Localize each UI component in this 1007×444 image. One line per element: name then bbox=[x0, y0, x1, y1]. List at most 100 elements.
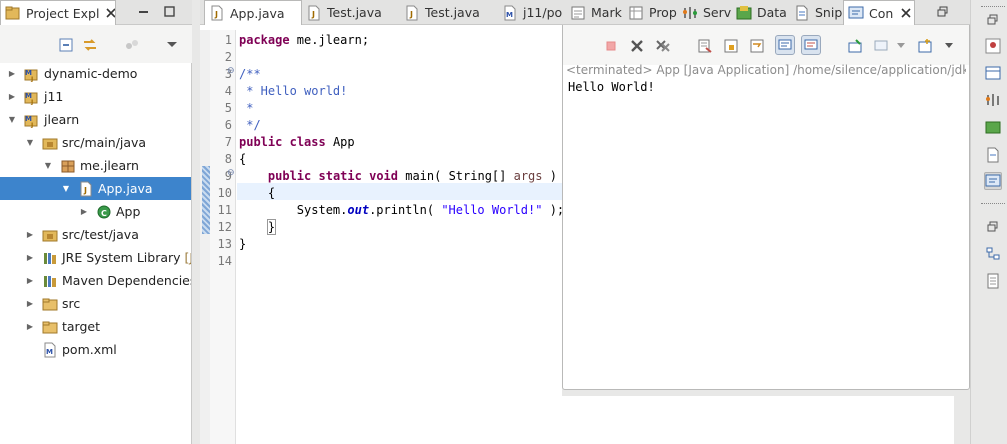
link-with-editor-icon[interactable] bbox=[80, 35, 100, 55]
remove-launch-icon[interactable] bbox=[627, 36, 647, 56]
tree-item[interactable]: Mpom.xml bbox=[0, 338, 191, 361]
pin-console-icon[interactable] bbox=[845, 36, 865, 56]
tree-item[interactable]: ▼ me.jlearn bbox=[0, 154, 191, 177]
tree-item-label: src bbox=[62, 296, 81, 311]
filters-icon[interactable] bbox=[122, 35, 142, 55]
tree-item[interactable]: ▶ M J j11 bbox=[0, 85, 191, 108]
tab-test-java-2[interactable]: J Test.java bbox=[400, 0, 498, 25]
outline-icon[interactable] bbox=[984, 245, 1002, 263]
collapsed-arrow-icon[interactable]: ▶ bbox=[24, 275, 36, 287]
expanded-arrow-icon[interactable]: ▼ bbox=[6, 114, 18, 126]
collapsed-arrow-icon[interactable]: ▶ bbox=[24, 229, 36, 241]
tab-pom-xml[interactable]: M j11/po bbox=[498, 0, 562, 25]
class-icon: C bbox=[96, 204, 112, 220]
line-number: 6 bbox=[224, 118, 232, 132]
tree-item[interactable]: ▼ M J jlearn bbox=[0, 108, 191, 131]
java-file-icon: J bbox=[306, 5, 322, 21]
task-list-icon[interactable] bbox=[984, 272, 1002, 290]
servers-icon[interactable] bbox=[984, 91, 1002, 109]
tab-markers[interactable]: Mark bbox=[566, 0, 624, 25]
code-line-9: public static void main( String[] args ) bbox=[267, 169, 557, 183]
line-number: 10 bbox=[217, 186, 232, 200]
tab-label: Prop bbox=[649, 5, 677, 20]
tab-snippets[interactable]: Snip bbox=[790, 0, 842, 25]
fold-collapse-icon[interactable]: ⊖ bbox=[227, 66, 235, 76]
properties-icon[interactable] bbox=[984, 64, 1002, 82]
collapsed-arrow-icon[interactable]: ▶ bbox=[24, 321, 36, 333]
tab-label: Test.java bbox=[425, 5, 480, 20]
tab-servers[interactable]: Serv bbox=[678, 0, 732, 25]
tab-label: App.java bbox=[230, 5, 285, 21]
tree-item[interactable]: ▼ src/main/java bbox=[0, 131, 191, 154]
close-icon[interactable] bbox=[901, 6, 911, 21]
restore-icon[interactable] bbox=[936, 5, 950, 19]
tree-item-label: target bbox=[62, 319, 101, 334]
console-output[interactable]: Hello World! bbox=[568, 80, 655, 94]
tree-item[interactable]: ▶ src bbox=[0, 292, 191, 315]
expanded-arrow-icon[interactable]: ▼ bbox=[60, 183, 72, 195]
tab-data-source[interactable]: Data bbox=[732, 0, 790, 25]
collapsed-arrow-icon[interactable]: ▶ bbox=[24, 252, 36, 264]
restore-icon[interactable] bbox=[984, 218, 1002, 236]
code-line-8: { bbox=[239, 152, 247, 166]
snippets-icon bbox=[794, 5, 810, 21]
tab-label: j11/po bbox=[523, 5, 562, 20]
maven-project-icon: MJ bbox=[24, 112, 40, 129]
console-icon[interactable] bbox=[984, 172, 1002, 190]
display-selected-console-icon[interactable] bbox=[871, 36, 891, 56]
tab-label: Serv bbox=[703, 5, 732, 20]
tree-item-label: dynamic-demo bbox=[44, 66, 138, 81]
java-file-icon: J bbox=[209, 5, 225, 21]
svg-text:M: M bbox=[506, 11, 513, 19]
open-console-icon[interactable] bbox=[915, 36, 935, 56]
type-hierarchy-icon[interactable] bbox=[984, 37, 1002, 55]
tab-project-explorer[interactable]: Project Expl bbox=[0, 0, 116, 25]
maximize-icon[interactable] bbox=[163, 5, 177, 19]
clear-console-icon[interactable] bbox=[695, 36, 715, 56]
collapsed-arrow-icon[interactable]: ▶ bbox=[78, 206, 90, 218]
tree-item[interactable]: ▶ C App bbox=[0, 200, 191, 223]
close-icon[interactable] bbox=[106, 6, 115, 21]
tab-app-java[interactable]: J App.java bbox=[204, 0, 302, 25]
remove-all-terminated-icon[interactable] bbox=[653, 36, 673, 56]
tree-item[interactable]: ▶ target bbox=[0, 315, 191, 338]
tree-item[interactable]: ▶ JRE System Library[Jav bbox=[0, 246, 191, 269]
chevron-down-icon[interactable] bbox=[891, 36, 911, 56]
code-line-3: /** bbox=[239, 67, 261, 81]
chevron-down-icon[interactable] bbox=[939, 36, 959, 56]
show-console-on-stderr-icon[interactable] bbox=[801, 35, 821, 55]
tree-item-label: App bbox=[116, 204, 141, 219]
collapsed-arrow-icon[interactable]: ▶ bbox=[6, 91, 18, 103]
editor-tabbar: J App.java J Test.java J Test.java M j11… bbox=[200, 0, 562, 25]
show-console-on-stdout-icon[interactable] bbox=[775, 35, 795, 55]
java-file-icon: J bbox=[404, 5, 420, 21]
tree-item[interactable]: ▼ J App.java bbox=[0, 177, 191, 200]
expanded-arrow-icon[interactable]: ▼ bbox=[42, 160, 54, 172]
tree-item[interactable]: ▶ Maven Dependencies bbox=[0, 269, 191, 292]
terminate-icon[interactable] bbox=[601, 36, 621, 56]
tree-item[interactable]: ▶ src/test/java bbox=[0, 223, 191, 246]
library-icon bbox=[42, 273, 58, 289]
tree-item[interactable]: ▶ M J dynamic-demo bbox=[0, 62, 191, 85]
minimize-icon[interactable] bbox=[137, 5, 151, 19]
view-menu-icon[interactable] bbox=[162, 35, 182, 55]
tab-test-java[interactable]: J Test.java bbox=[302, 0, 400, 25]
collapsed-arrow-icon[interactable]: ▶ bbox=[24, 298, 36, 310]
markers-icon bbox=[570, 5, 586, 21]
data-source-icon[interactable] bbox=[984, 118, 1002, 136]
line-number: 11 bbox=[217, 203, 232, 217]
scroll-lock-icon[interactable] bbox=[721, 36, 741, 56]
fold-collapse-icon[interactable]: ⊖ bbox=[227, 168, 235, 178]
restore-icon[interactable] bbox=[984, 11, 1002, 29]
snippets-icon[interactable] bbox=[984, 146, 1002, 164]
sash[interactable] bbox=[192, 0, 200, 444]
console-process-label: <terminated> App [Java Application] /hom… bbox=[566, 63, 966, 77]
expanded-arrow-icon[interactable]: ▼ bbox=[24, 137, 36, 149]
collapse-all-icon[interactable] bbox=[56, 35, 76, 55]
tab-console[interactable]: Con bbox=[843, 0, 915, 25]
line-number: 12 bbox=[217, 220, 232, 234]
folder-icon bbox=[42, 319, 58, 335]
collapsed-arrow-icon[interactable]: ▶ bbox=[6, 68, 18, 80]
word-wrap-icon[interactable] bbox=[747, 36, 767, 56]
tab-properties[interactable]: Prop bbox=[624, 0, 678, 25]
